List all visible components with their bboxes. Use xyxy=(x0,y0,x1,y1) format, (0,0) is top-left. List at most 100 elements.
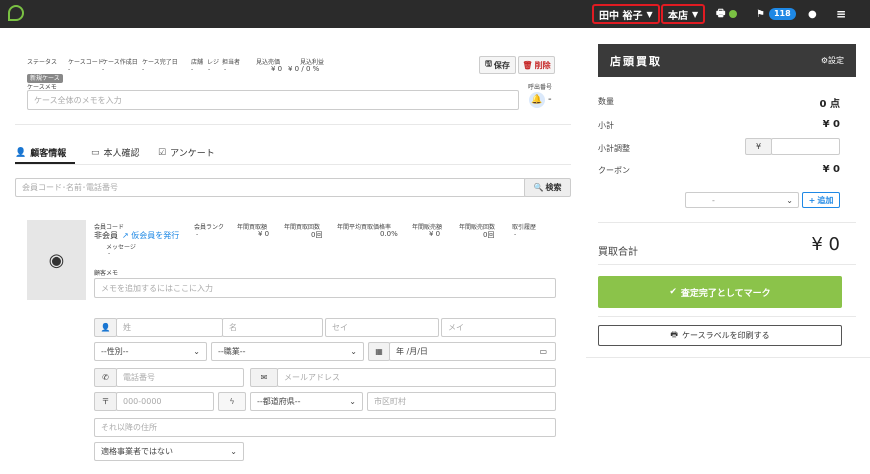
avatar: ◉ xyxy=(27,220,86,300)
adjust-label: 小計調整 xyxy=(598,144,630,153)
coupon-select[interactable]: - ⌄ xyxy=(685,192,799,208)
message-value: - xyxy=(108,250,111,257)
case-code-value: - xyxy=(68,66,71,73)
tab-label: 顧客情報 xyxy=(30,149,67,159)
created-value: - xyxy=(102,66,105,73)
delete-button[interactable]: 🗑 削除 xyxy=(518,56,555,74)
postal-mark-icon: 〒 xyxy=(94,392,117,411)
chevron-down-icon: ⌄ xyxy=(230,447,237,456)
checkbox-icon: ☑ xyxy=(158,147,167,158)
chevron-down-icon: ⌄ xyxy=(786,195,793,205)
search-label: 検索 xyxy=(545,183,562,192)
completed-value: - xyxy=(142,66,145,73)
tab-identity[interactable]: ▭ 本人確認 xyxy=(91,146,140,160)
message-label: メッセージ xyxy=(106,244,136,251)
annual-buy-count: 0回 xyxy=(311,231,323,239)
adjust-input[interactable] xyxy=(771,138,840,155)
calendar-icon: ▦ xyxy=(368,342,390,361)
prefecture-select[interactable]: --都道府県-- ⌄ xyxy=(250,392,363,411)
chat-button[interactable]: ● xyxy=(808,4,817,24)
gender-select[interactable]: --性別-- ⌄ xyxy=(94,342,207,361)
first-name-input[interactable]: 名 xyxy=(222,318,323,337)
qty-value: 0 点 xyxy=(819,99,840,110)
mark-complete-button[interactable]: ✔ 査定完了としてマーク xyxy=(598,276,842,308)
add-coupon-button[interactable]: + 追加 xyxy=(802,192,840,208)
first-name-kana-placeholder: メイ xyxy=(448,323,464,332)
save-label: 保存 xyxy=(493,60,510,70)
address-placeholder: それ以降の住所 xyxy=(101,423,157,432)
zip-input[interactable]: 000-0000 xyxy=(116,392,214,411)
gear-icon: ⚙ xyxy=(820,56,828,65)
external-link-icon: ↗ xyxy=(122,231,129,240)
annual-sale-amount: ¥ 0 xyxy=(429,230,441,238)
save-icon: 🖫 xyxy=(485,59,492,68)
printer-icon: 🖶 xyxy=(670,329,678,339)
settings-button[interactable]: ⚙設定 xyxy=(821,55,844,66)
store-menu[interactable]: 本店 ▼ xyxy=(661,4,706,24)
member-status: 非会員 ↗ 仮会員を発行 xyxy=(94,230,179,241)
phone-placeholder: 電話番号 xyxy=(123,373,155,382)
chat-icon: ● xyxy=(808,8,817,20)
business-select[interactable]: 適格事業者ではない ⌄ xyxy=(94,442,244,461)
email-input[interactable]: メールアドレス xyxy=(277,368,556,387)
panel-title: 店頭買取 xyxy=(610,55,662,68)
city-input[interactable]: 市区町村 xyxy=(367,392,556,411)
last-name-kana-placeholder: セイ xyxy=(332,323,348,332)
panel-header: 店頭買取 ⚙設定 xyxy=(598,44,856,77)
total-label: 買取合計 xyxy=(598,247,638,258)
search-button[interactable]: 🔍 検索 xyxy=(524,178,571,197)
chevron-down-icon: ⌄ xyxy=(349,397,356,406)
id-card-icon: ▭ xyxy=(91,147,100,158)
last-name-placeholder: 姓 xyxy=(123,323,131,332)
phone-icon: ✆ xyxy=(94,368,117,387)
created-label: ケース作成日 xyxy=(102,59,138,66)
envelope-icon: ✉ xyxy=(250,368,278,387)
delete-label: 削除 xyxy=(534,60,551,70)
user-name: 田中 裕子 xyxy=(599,10,643,22)
user-circle-icon: ◉ xyxy=(48,249,65,271)
printer-status[interactable]: 🖶 xyxy=(716,4,738,24)
notification-badge: 118 xyxy=(768,8,796,20)
case-memo-placeholder: ケース全体のメモを入力 xyxy=(34,95,122,105)
issue-temp-member-link[interactable]: ↗ 仮会員を発行 xyxy=(122,230,179,241)
issue-link-label: 仮会員を発行 xyxy=(131,231,180,240)
print-label-text: ケースラベルを印刷する xyxy=(681,331,770,340)
birthdate-input[interactable]: 年 /月/日 ▭ xyxy=(389,342,556,361)
customer-memo-input[interactable]: メモを追加するにはここに入力 xyxy=(94,278,556,298)
phone-input[interactable]: 電話番号 xyxy=(116,368,244,387)
qty-label: 数量 xyxy=(598,97,614,106)
save-button[interactable]: 🖫 保存 xyxy=(479,56,516,74)
print-label-button[interactable]: 🖶 ケースラベルを印刷する xyxy=(598,325,842,346)
job-value: --職業-- xyxy=(218,347,246,356)
address-input[interactable]: それ以降の住所 xyxy=(94,418,556,437)
history-value: - xyxy=(514,231,517,238)
notifications[interactable]: ⚑ 118 xyxy=(756,4,796,24)
annual-sale-count: 0回 xyxy=(483,231,495,239)
first-name-placeholder: 名 xyxy=(229,323,237,332)
member-search-input[interactable]: 会員コード･名前･電話番号 xyxy=(15,178,526,197)
gender-value: --性別-- xyxy=(101,347,129,356)
prefecture-value: --都道府県-- xyxy=(257,397,301,406)
user-menu[interactable]: 田中 裕子 ▼ xyxy=(592,4,660,24)
zip-lookup-button[interactable]: ϟ xyxy=(218,392,246,411)
first-name-kana-input[interactable]: メイ xyxy=(441,318,556,337)
subtotal-label: 小計 xyxy=(598,121,614,130)
tab-survey[interactable]: ☑ アンケート xyxy=(158,146,215,160)
job-select[interactable]: --職業-- ⌄ xyxy=(211,342,364,361)
coupon-label: クーポン xyxy=(598,166,630,175)
bell-icon[interactable]: 🔔 xyxy=(529,92,545,108)
case-memo-input[interactable]: ケース全体のメモを入力 xyxy=(27,90,519,110)
chevron-down-icon: ⌄ xyxy=(350,347,357,356)
zip-placeholder: 000-0000 xyxy=(123,397,162,406)
tab-customer-info[interactable]: 👤 顧客情報 xyxy=(15,146,67,160)
birthdate-value: 年 /月/日 xyxy=(396,347,428,356)
store-name: 本店 xyxy=(668,10,688,22)
menu-button[interactable]: ≡ xyxy=(836,4,846,24)
last-name-kana-input[interactable]: セイ xyxy=(325,318,439,337)
city-placeholder: 市区町村 xyxy=(374,397,406,406)
last-name-input[interactable]: 姓 xyxy=(116,318,223,337)
nonmember-text: 非会員 xyxy=(94,231,118,240)
app-logo-icon[interactable] xyxy=(8,5,24,21)
case-code-label: ケースコード xyxy=(68,59,104,66)
check-icon: ✔ xyxy=(669,287,677,297)
